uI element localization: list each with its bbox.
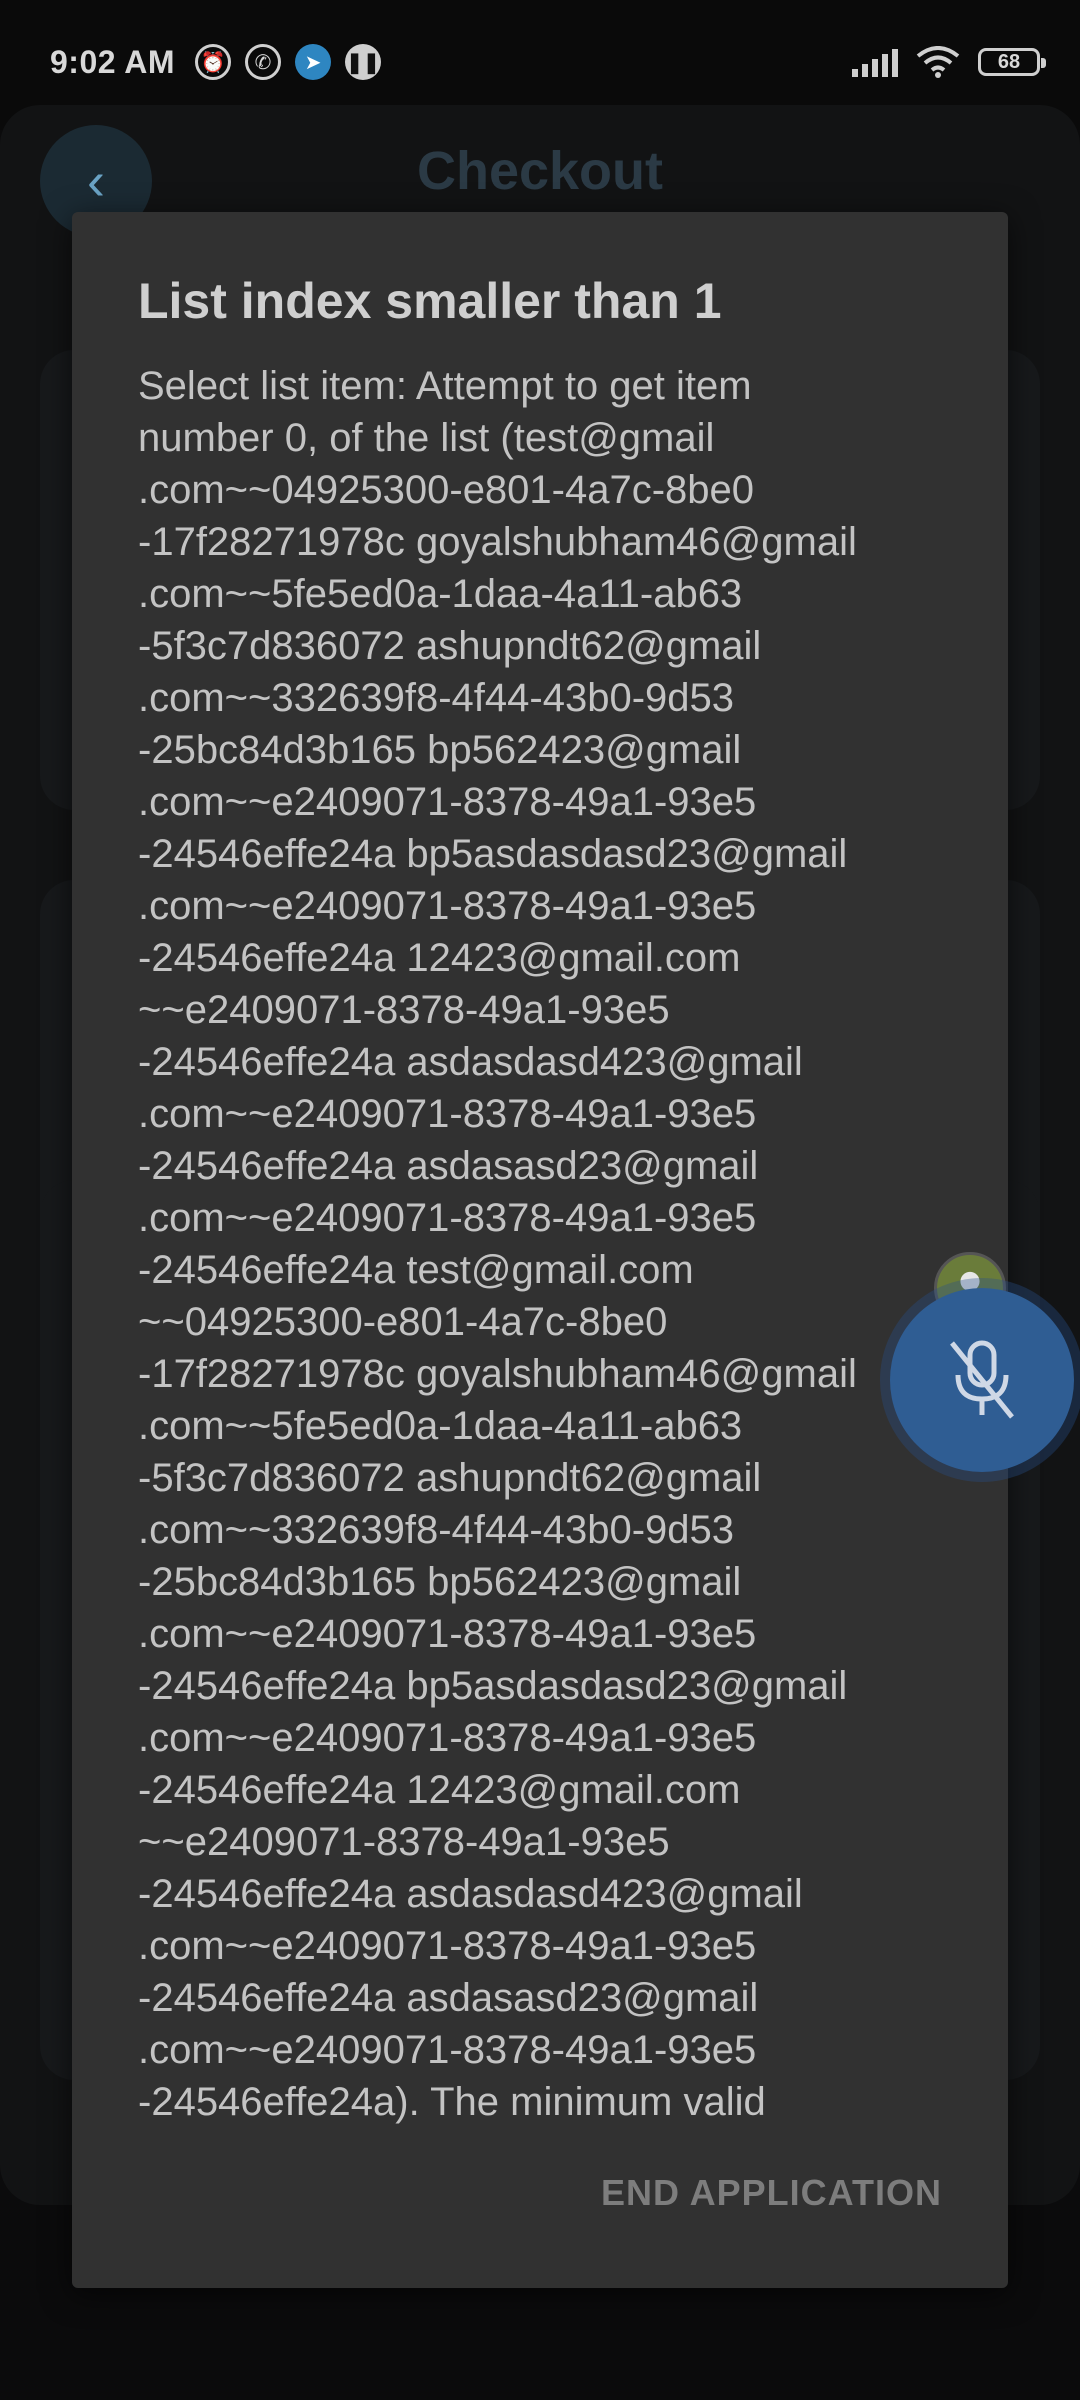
battery-level: 68	[997, 50, 1021, 73]
page-title: Checkout	[416, 141, 664, 201]
whatsapp-icon: ✆	[245, 44, 281, 80]
system-icons: 68	[852, 46, 1046, 78]
signal-icon	[852, 47, 898, 77]
battery-icon: 68	[978, 48, 1046, 76]
pause-icon: ❚❚	[345, 44, 381, 80]
mic-off-icon	[950, 1340, 1014, 1419]
dialog-message-scroll[interactable]: Select list item: Attempt to get item nu…	[138, 360, 1028, 2330]
dialog-message: Select list item: Attempt to get item nu…	[138, 364, 857, 2124]
notification-icons: ⏰ ✆ ➤ ❚❚	[195, 44, 381, 80]
wifi-icon	[916, 46, 960, 78]
telegram-icon: ➤	[295, 44, 331, 80]
end-application-button[interactable]: END APPLICATION	[601, 2172, 942, 2214]
alarm-icon: ⏰	[195, 44, 231, 80]
error-dialog: List index smaller than 1 Select list it…	[72, 212, 1008, 2288]
dialog-title: List index smaller than 1	[138, 273, 722, 329]
status-time: 9:02 AM	[50, 44, 176, 80]
mic-bubble-button[interactable]	[890, 1288, 1074, 1472]
